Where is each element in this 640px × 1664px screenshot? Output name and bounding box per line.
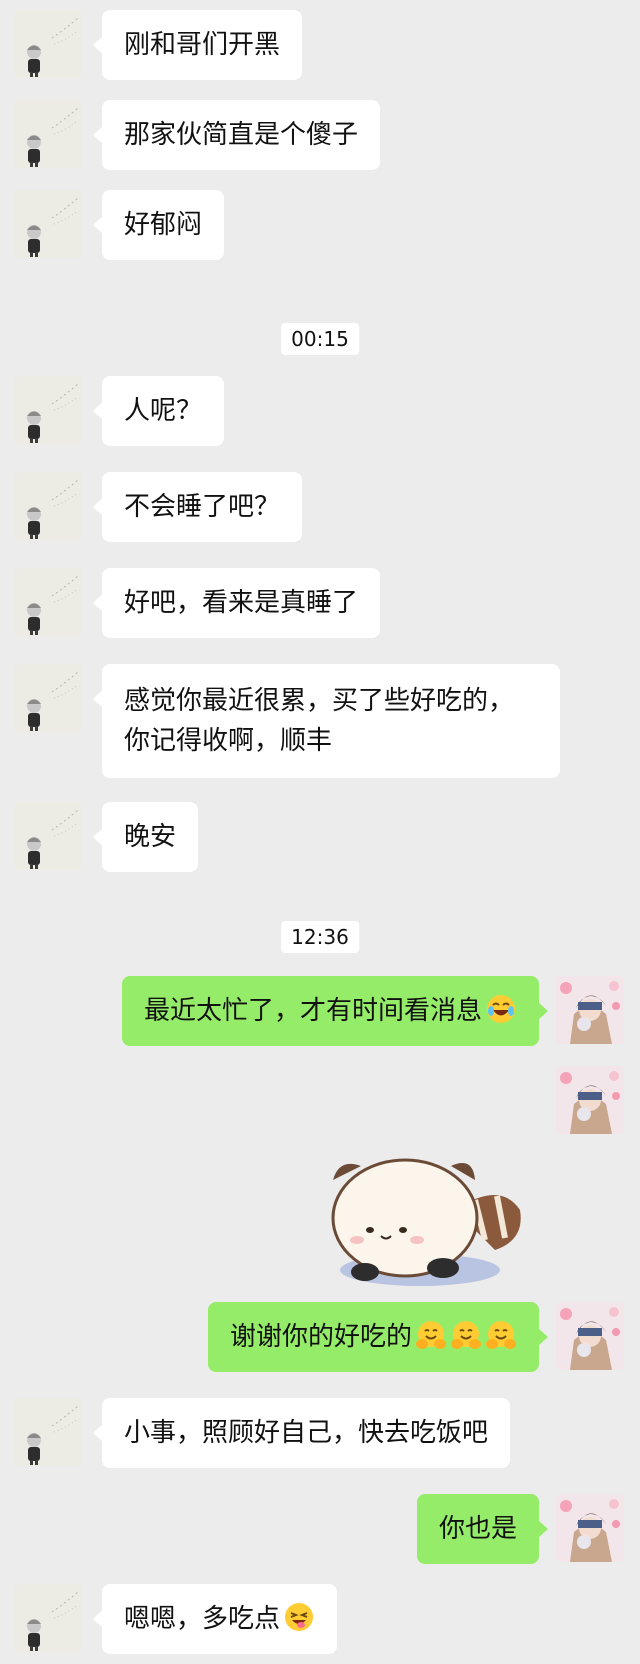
incoming-message-bubble[interactable]: 小事，照顾好自己，快去吃饭吧 bbox=[92, 1398, 511, 1468]
timestamp: 00:15 bbox=[281, 323, 359, 355]
contact-avatar[interactable] bbox=[14, 664, 82, 732]
hugging-face-emoji bbox=[451, 1321, 481, 1349]
avatar-image bbox=[14, 802, 82, 870]
avatar-image bbox=[14, 1398, 82, 1466]
message-line: 你记得收啊，顺丰 bbox=[124, 726, 333, 756]
outgoing-message-bubble[interactable]: 最近太忙了，才有时间看消息 bbox=[121, 976, 549, 1046]
my-avatar[interactable] bbox=[556, 1302, 624, 1370]
timestamp: 12:36 bbox=[281, 921, 359, 953]
incoming-message-bubble[interactable]: 那家伙简直是个傻子 bbox=[92, 100, 381, 170]
avatar-image bbox=[14, 10, 82, 78]
avatar-image bbox=[14, 190, 82, 258]
hugging-face-emoji bbox=[486, 1321, 516, 1349]
contact-avatar[interactable] bbox=[14, 100, 82, 168]
avatar-image bbox=[556, 976, 624, 1044]
contact-avatar[interactable] bbox=[14, 802, 82, 870]
rofl-emoji bbox=[487, 995, 515, 1023]
incoming-message-bubble[interactable]: 感觉你最近很累，买了些好吃的， 你记得收啊，顺丰 bbox=[93, 664, 560, 778]
contact-avatar[interactable] bbox=[14, 1398, 82, 1466]
avatar-image bbox=[556, 1066, 624, 1134]
incoming-message-bubble[interactable]: 不会睡了吧？ bbox=[92, 472, 303, 542]
avatar-image bbox=[556, 1302, 624, 1370]
contact-avatar[interactable] bbox=[14, 568, 82, 636]
message-line: 感觉你最近很累，买了些好吃的， bbox=[124, 686, 515, 716]
incoming-message-bubble[interactable]: 好吧，看来是真睡了 bbox=[92, 568, 381, 638]
incoming-message-bubble[interactable]: 人呢？ bbox=[92, 376, 225, 446]
avatar-image bbox=[556, 1494, 624, 1562]
hugging-face-emoji bbox=[416, 1321, 446, 1349]
avatar-image bbox=[14, 376, 82, 444]
contact-avatar[interactable] bbox=[14, 472, 82, 540]
raccoon-cat-lying-sticker[interactable] bbox=[325, 1140, 535, 1300]
outgoing-message-bubble[interactable]: 谢谢你的好吃的 bbox=[207, 1302, 549, 1372]
message-text: 最近太忙了，才有时间看消息 bbox=[143, 996, 482, 1026]
wink-tongue-emoji bbox=[285, 1603, 314, 1631]
contact-avatar[interactable] bbox=[14, 1584, 82, 1652]
avatar-image bbox=[14, 100, 82, 168]
outgoing-message-bubble[interactable]: 你也是 bbox=[416, 1494, 549, 1564]
incoming-message-bubble[interactable]: 晚安 bbox=[92, 802, 199, 872]
incoming-message-bubble[interactable]: 好郁闷 bbox=[92, 190, 225, 260]
contact-avatar[interactable] bbox=[14, 10, 82, 78]
my-avatar[interactable] bbox=[556, 1066, 624, 1134]
incoming-message-bubble[interactable]: 嗯嗯，多吃点 bbox=[92, 1584, 338, 1654]
avatar-image bbox=[14, 472, 82, 540]
avatar-image bbox=[14, 664, 82, 732]
message-text: 嗯嗯，多吃点 bbox=[124, 1604, 281, 1634]
contact-avatar[interactable] bbox=[14, 376, 82, 444]
avatar-image bbox=[14, 1584, 82, 1652]
incoming-message-bubble[interactable]: 刚和哥们开黑 bbox=[92, 10, 303, 80]
message-text: 谢谢你的好吃的 bbox=[229, 1322, 412, 1352]
my-avatar[interactable] bbox=[556, 1494, 624, 1562]
my-avatar[interactable] bbox=[556, 976, 624, 1044]
contact-avatar[interactable] bbox=[14, 190, 82, 258]
avatar-image bbox=[14, 568, 82, 636]
